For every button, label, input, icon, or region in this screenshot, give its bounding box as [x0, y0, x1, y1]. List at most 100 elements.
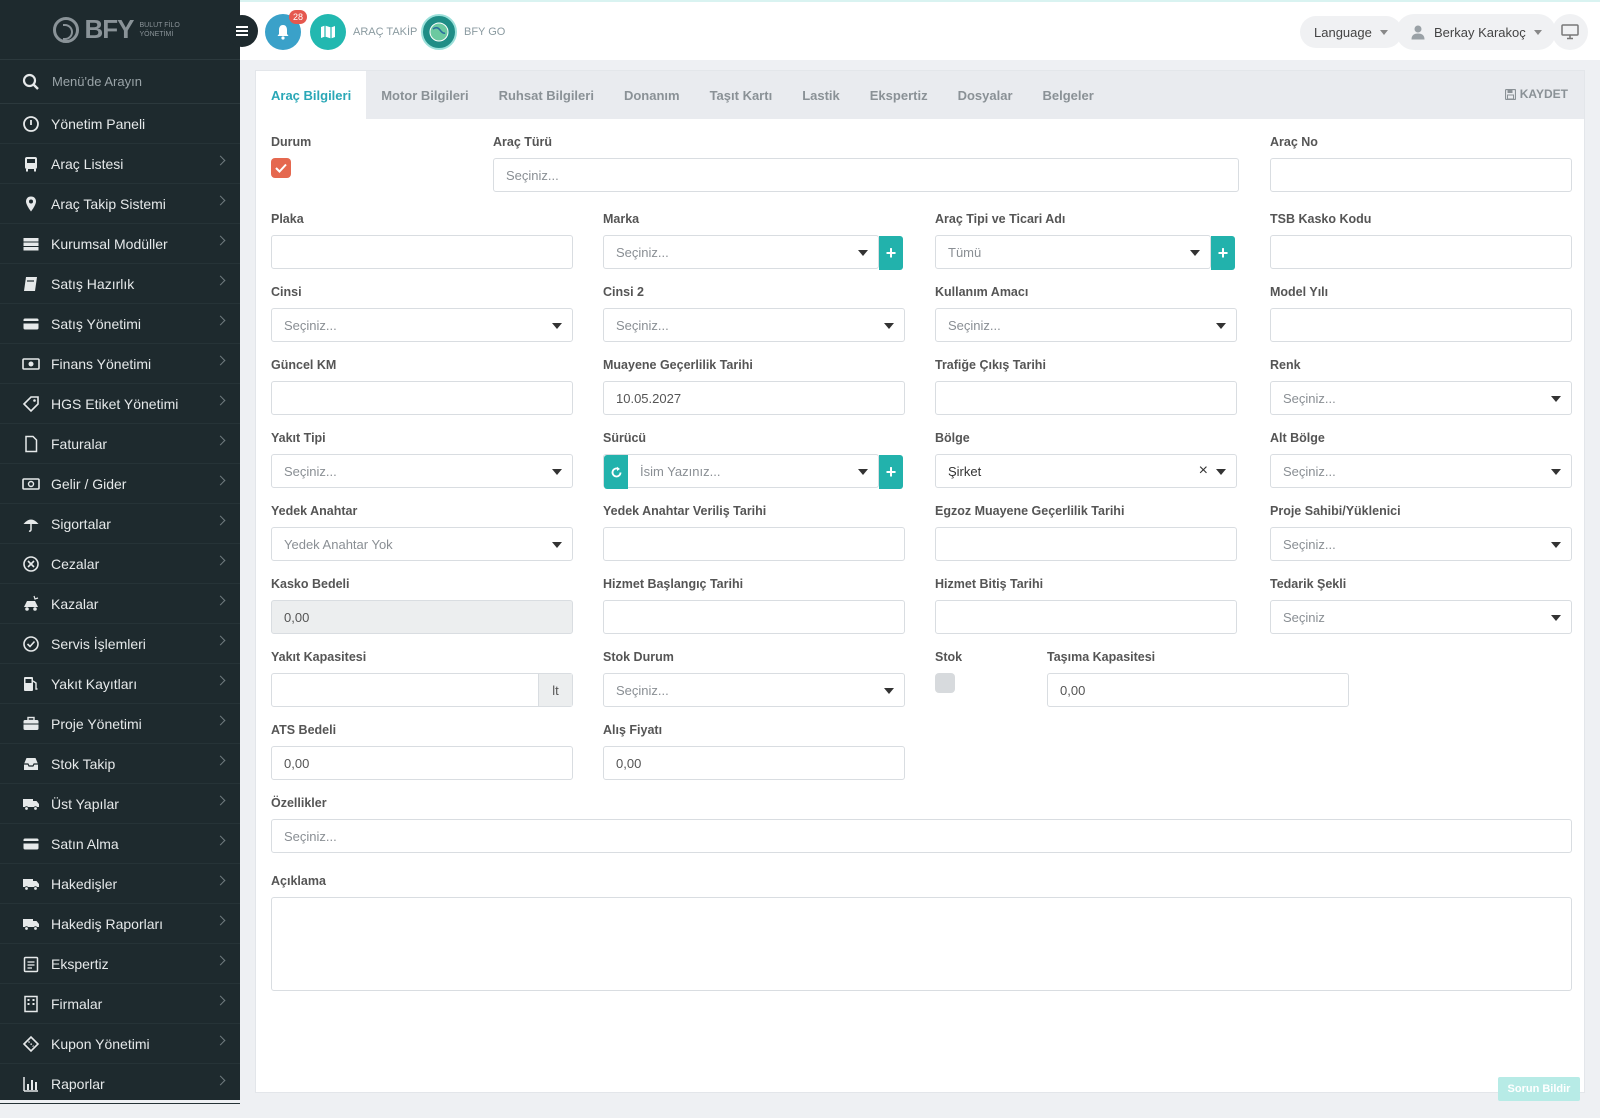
sidebar-item-satış-yönetimi[interactable]: Satış Yönetimi: [0, 304, 240, 344]
hizmet-bitis-input[interactable]: [935, 600, 1237, 634]
sidebar-item-label: Faturalar: [51, 435, 108, 452]
arac-turu-select[interactable]: Seçiniz...: [493, 158, 1239, 192]
sidebar-item-hakediş-raporları[interactable]: Hakediş Raporları: [0, 904, 240, 944]
arac-takip-link[interactable]: ARAÇ TAKİP: [353, 26, 417, 38]
surucu-select[interactable]: İsim Yazınız... +: [603, 454, 903, 489]
tab-4[interactable]: Taşıt Kartı: [695, 71, 788, 119]
hizmet-baslangic-input[interactable]: [603, 600, 905, 634]
user-menu[interactable]: Berkay Karakoç: [1396, 14, 1556, 50]
add-arac-tipi-button[interactable]: +: [1211, 236, 1235, 270]
chevron-right-icon: [215, 595, 226, 606]
tab-8[interactable]: Belgeler: [1028, 71, 1109, 119]
sidebar-item-üst-yapılar[interactable]: Üst Yapılar: [0, 784, 240, 824]
sidebar-item-satın-alma[interactable]: Satın Alma: [0, 824, 240, 864]
sidebar-item-hakedişler[interactable]: Hakedişler: [0, 864, 240, 904]
tedarik-sekli-value: Seçiniz: [1283, 609, 1325, 625]
ozellikler-select[interactable]: Seçiniz...: [271, 819, 1572, 853]
yakit-tipi-field: Yakıt Tipi Seçiniz...: [271, 431, 573, 488]
clear-icon[interactable]: ×: [1199, 462, 1208, 480]
cinsi2-select[interactable]: Seçiniz...: [603, 308, 905, 342]
save-button[interactable]: KAYDET: [1504, 87, 1568, 101]
arac-no-input[interactable]: [1270, 158, 1572, 192]
sidebar-item-yakıt-kayıtları[interactable]: Yakıt Kayıtları: [0, 664, 240, 704]
cinsi-select[interactable]: Seçiniz...: [271, 308, 573, 342]
arac-takip-button[interactable]: [310, 14, 346, 50]
sidebar-item-cezalar[interactable]: Cezalar: [0, 544, 240, 584]
yedek-anahtar-select[interactable]: Yedek Anahtar Yok: [271, 527, 573, 561]
yedek-anahtar-tarih-input[interactable]: [603, 527, 905, 561]
aciklama-textarea[interactable]: [271, 897, 1572, 991]
notifications-button[interactable]: 28: [265, 10, 307, 50]
sidebar-item-sigortalar[interactable]: Sigortalar: [0, 504, 240, 544]
sidebar-item-hgs-etiket-yönetimi[interactable]: HGS Etiket Yönetimi: [0, 384, 240, 424]
sidebar-item-kazalar[interactable]: Kazalar: [0, 584, 240, 624]
chevron-right-icon: [215, 875, 226, 886]
fullscreen-button[interactable]: [1552, 14, 1588, 50]
stok-label: Stok: [935, 650, 963, 664]
durum-checkbox[interactable]: [271, 158, 291, 178]
add-marka-button[interactable]: +: [879, 236, 903, 270]
sidebar-item-finans-yönetimi[interactable]: Finans Yönetimi: [0, 344, 240, 384]
sidebar-item-stok-takip[interactable]: Stok Takip: [0, 744, 240, 784]
tab-0[interactable]: Araç Bilgileri: [256, 71, 367, 119]
tsb-kasko-input[interactable]: [1270, 235, 1572, 269]
language-dropdown[interactable]: Language: [1300, 16, 1402, 48]
tab-3[interactable]: Donanım: [609, 71, 695, 119]
refresh-surucu-button[interactable]: [604, 455, 628, 489]
sidebar-item-label: Stok Takip: [51, 755, 116, 772]
alis-fiyati-input[interactable]: 0,00: [603, 746, 905, 780]
renk-select[interactable]: Seçiniz...: [1270, 381, 1572, 415]
yakit-tipi-select[interactable]: Seçiniz...: [271, 454, 573, 488]
language-label: Language: [1314, 24, 1372, 40]
sidebar-item-satış-hazırlık[interactable]: Satış Hazırlık: [0, 264, 240, 304]
tedarik-sekli-select[interactable]: Seçiniz: [1270, 600, 1572, 634]
sidebar-item-servis-i-şlemleri[interactable]: Servis İşlemleri: [0, 624, 240, 664]
yakit-kapasitesi-input[interactable]: lt: [271, 673, 573, 707]
egzoz-muayene-input[interactable]: [935, 527, 1237, 561]
stok-checkbox[interactable]: [935, 673, 955, 693]
sidebar-item-raporlar[interactable]: Raporlar: [0, 1064, 240, 1104]
sidebar-item-kurumsal-modüller[interactable]: Kurumsal Modüller: [0, 224, 240, 264]
tasima-kapasitesi-input[interactable]: 0,00: [1047, 673, 1349, 707]
muayene-tarihi-input[interactable]: 10.05.2027: [603, 381, 905, 415]
sidebar-item-yönetim-paneli[interactable]: Yönetim Paneli: [0, 104, 240, 144]
bfy-go-link[interactable]: BFY GO: [464, 26, 505, 38]
bolge-select[interactable]: Şirket ×: [935, 454, 1237, 488]
cinsi-field: Cinsi Seçiniz...: [271, 285, 573, 342]
tab-7[interactable]: Dosyalar: [943, 71, 1028, 119]
brand-logo[interactable]: BFY BULUT FİLO YÖNETİMİ: [0, 0, 240, 60]
sidebar-item-firmalar[interactable]: Firmalar: [0, 984, 240, 1024]
sidebar-item-kupon-yönetimi[interactable]: Kupon Yönetimi: [0, 1024, 240, 1064]
proje-sahibi-select[interactable]: Seçiniz...: [1270, 527, 1572, 561]
stok-durum-select[interactable]: Seçiniz...: [603, 673, 905, 707]
tab-2[interactable]: Ruhsat Bilgileri: [484, 71, 609, 119]
sidebar-item-araç-listesi[interactable]: Araç Listesi: [0, 144, 240, 184]
guncel-km-input[interactable]: [271, 381, 573, 415]
sidebar-item-gelir-gider[interactable]: Gelir / Gider: [0, 464, 240, 504]
menu-search[interactable]: Menü'de Arayın: [0, 60, 240, 104]
guncel-km-field: Güncel KM: [271, 358, 573, 415]
menu-toggle-button[interactable]: [226, 15, 258, 47]
tab-5[interactable]: Lastik: [787, 71, 855, 119]
sidebar-item-proje-yönetimi[interactable]: Proje Yönetimi: [0, 704, 240, 744]
tab-1[interactable]: Motor Bilgileri: [366, 71, 483, 119]
file-icon: [22, 435, 40, 453]
tag-icon: [22, 395, 40, 413]
sidebar-item-ekspertiz[interactable]: Ekspertiz: [0, 944, 240, 984]
trafige-cikis-input[interactable]: [935, 381, 1237, 415]
bfy-go-button[interactable]: [421, 14, 457, 50]
arac-tipi-select[interactable]: Tümü +: [935, 235, 1235, 270]
cinsi-placeholder: Seçiniz...: [284, 317, 337, 333]
report-issue-button[interactable]: Sorun Bildir: [1498, 1077, 1580, 1101]
marka-select[interactable]: Seçiniz... +: [603, 235, 903, 270]
alt-bolge-select[interactable]: Seçiniz...: [1270, 454, 1572, 488]
plaka-input[interactable]: [271, 235, 573, 269]
kullanim-amaci-select[interactable]: Seçiniz...: [935, 308, 1237, 342]
ats-bedeli-input[interactable]: 0,00: [271, 746, 573, 780]
sidebar-item-araç-takip-sistemi[interactable]: Araç Takip Sistemi: [0, 184, 240, 224]
surucu-label: Sürücü: [603, 431, 647, 445]
sidebar-item-faturalar[interactable]: Faturalar: [0, 424, 240, 464]
add-surucu-button[interactable]: +: [879, 455, 903, 489]
tab-6[interactable]: Ekspertiz: [855, 71, 943, 119]
model-yili-input[interactable]: [1270, 308, 1572, 342]
